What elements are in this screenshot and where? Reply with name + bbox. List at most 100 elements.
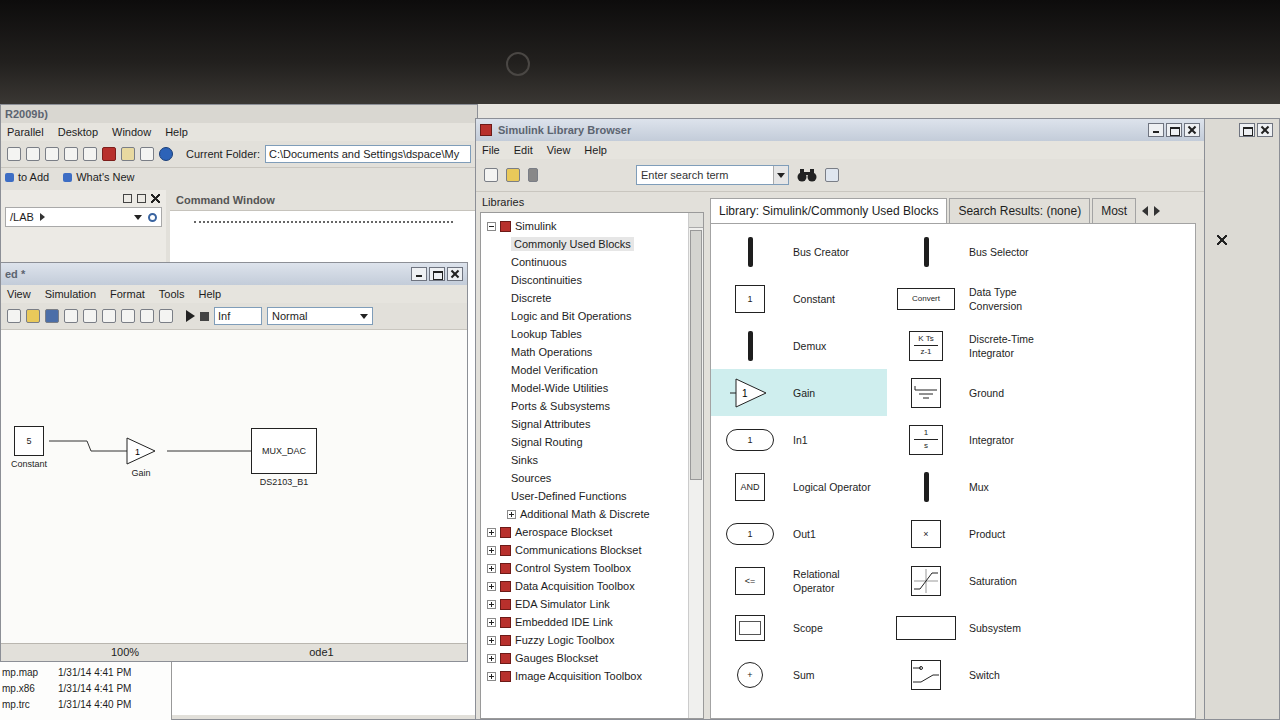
dac-block[interactable]: MUX_DACDS2103_B1 — [251, 428, 317, 487]
search-dropdown[interactable] — [773, 166, 788, 184]
minimize-icon[interactable] — [1148, 123, 1164, 137]
tree-item[interactable]: Sources — [481, 469, 688, 487]
tree-item[interactable]: Simulink — [481, 217, 688, 235]
search-options-icon[interactable] — [825, 168, 839, 182]
tree-item[interactable]: User-Defined Functions — [481, 487, 688, 505]
close-icon[interactable] — [447, 267, 463, 281]
library-block[interactable]: Ground — [887, 369, 1195, 416]
profiler-icon[interactable] — [140, 147, 154, 161]
library-block[interactable]: Demux — [711, 322, 887, 369]
mode-select[interactable]: Normal — [267, 307, 373, 325]
library-block[interactable]: Switch — [887, 651, 1195, 698]
tab[interactable]: Search Results: (none) — [949, 198, 1090, 223]
library-block[interactable]: +Sum — [711, 651, 887, 698]
folder-path[interactable]: /LAB — [5, 207, 162, 227]
scroll-left-icon[interactable] — [1142, 206, 1148, 216]
save-icon[interactable] — [45, 309, 59, 323]
expand-icon[interactable] — [507, 510, 516, 519]
menu-item[interactable]: Help — [165, 126, 188, 138]
tree-item[interactable]: Data Acquisition Toolbox — [481, 577, 688, 595]
expand-icon[interactable] — [487, 564, 496, 573]
tree-item[interactable]: EDA Simulator Link — [481, 595, 688, 613]
play-icon[interactable] — [186, 310, 195, 322]
library-block[interactable]: 1Constant — [711, 275, 887, 322]
scrollbar[interactable] — [688, 213, 703, 718]
tree-item[interactable]: Lookup Tables — [481, 325, 688, 343]
menu-item[interactable]: Format — [110, 288, 145, 300]
cut-icon[interactable] — [7, 147, 21, 161]
tree-item[interactable]: Ports & Subsystems — [481, 397, 688, 415]
tree-item[interactable]: Fuzzy Logic Toolbox — [481, 631, 688, 649]
cut-icon[interactable] — [83, 309, 97, 323]
guide-icon[interactable] — [121, 147, 135, 161]
close-panel-icon[interactable] — [1217, 235, 1227, 245]
tree-item[interactable]: Signal Attributes — [481, 415, 688, 433]
paste-icon[interactable] — [121, 309, 135, 323]
redo-icon[interactable] — [159, 309, 173, 323]
minimize-icon[interactable] — [411, 267, 427, 281]
simulink-icon[interactable] — [102, 147, 116, 161]
file-row[interactable]: mp.x861/31/14 4:41 PM — [2, 681, 169, 697]
library-block[interactable]: ANDLogical Operator — [711, 463, 887, 510]
undo-icon[interactable] — [140, 309, 154, 323]
tree-item[interactable]: Logic and Bit Operations — [481, 307, 688, 325]
file-row[interactable]: mp.map1/31/14 4:41 PM — [2, 665, 169, 681]
menu-item[interactable]: Tools — [159, 288, 185, 300]
new-model-icon[interactable] — [484, 168, 498, 182]
expand-icon[interactable] — [487, 618, 496, 627]
model-canvas[interactable]: 5Constant1GainMUX_DACDS2103_B1 — [1, 330, 467, 643]
library-block[interactable]: <=Relational Operator — [711, 557, 887, 604]
help-icon[interactable] — [159, 147, 173, 161]
tree-item[interactable]: Sinks — [481, 451, 688, 469]
tree-item[interactable]: Image Acquisition Toolbox — [481, 667, 688, 685]
search-icon[interactable] — [148, 213, 157, 222]
tree-item[interactable]: Additional Math & Discrete — [481, 505, 688, 523]
tree-item[interactable]: Signal Routing — [481, 433, 688, 451]
paste-icon[interactable] — [45, 147, 59, 161]
library-block[interactable]: 1Out1 — [711, 510, 887, 557]
dropdown-icon[interactable] — [134, 215, 142, 220]
menu-item[interactable]: Desktop — [58, 126, 98, 138]
library-block[interactable]: Bus Selector — [887, 228, 1195, 275]
library-block[interactable]: K Tsz-1Discrete-Time Integrator — [887, 322, 1195, 369]
tree-item[interactable]: Control System Toolbox — [481, 559, 688, 577]
expand-icon[interactable] — [487, 600, 496, 609]
expand-icon[interactable] — [487, 654, 496, 663]
pin-icon[interactable] — [528, 168, 538, 182]
expand-icon[interactable] — [487, 528, 496, 537]
tree-item[interactable]: Communications Blockset — [481, 541, 688, 559]
library-block[interactable]: Subsystem — [887, 604, 1195, 651]
menu-item[interactable]: View — [547, 144, 571, 156]
shortcut[interactable]: to Add — [5, 171, 49, 183]
print-icon[interactable] — [64, 309, 78, 323]
collapse-icon[interactable] — [487, 222, 496, 231]
library-block[interactable]: Scope — [711, 604, 887, 651]
menu-item[interactable]: Simulation — [45, 288, 96, 300]
library-block[interactable]: Bus Creator — [711, 228, 887, 275]
undock-icon[interactable] — [137, 194, 146, 203]
library-block[interactable]: 1sIntegrator — [887, 416, 1195, 463]
close-icon[interactable] — [1257, 123, 1273, 137]
copy-icon[interactable] — [26, 147, 40, 161]
library-block[interactable]: ×Product — [887, 510, 1195, 557]
stop-time-field[interactable] — [214, 307, 262, 325]
expand-icon[interactable] — [487, 636, 496, 645]
binoculars-icon[interactable] — [797, 167, 817, 183]
menu-item[interactable]: Help — [584, 144, 607, 156]
restore-icon[interactable] — [1239, 123, 1255, 137]
tree-item[interactable]: Model Verification — [481, 361, 688, 379]
expand-icon[interactable] — [487, 582, 496, 591]
tree-item[interactable]: Discrete — [481, 289, 688, 307]
redo-icon[interactable] — [83, 147, 97, 161]
dock-icon[interactable] — [123, 194, 132, 203]
undo-icon[interactable] — [64, 147, 78, 161]
close-icon[interactable] — [151, 194, 160, 203]
library-block[interactable]: 1Gain — [711, 369, 887, 416]
menu-item[interactable]: View — [7, 288, 31, 300]
close-icon[interactable] — [1184, 123, 1200, 137]
menu-item[interactable]: File — [482, 144, 500, 156]
tree-item[interactable]: Math Operations — [481, 343, 688, 361]
tree-item[interactable]: Discontinuities — [481, 271, 688, 289]
copy-icon[interactable] — [102, 309, 116, 323]
maximize-icon[interactable] — [1166, 123, 1182, 137]
